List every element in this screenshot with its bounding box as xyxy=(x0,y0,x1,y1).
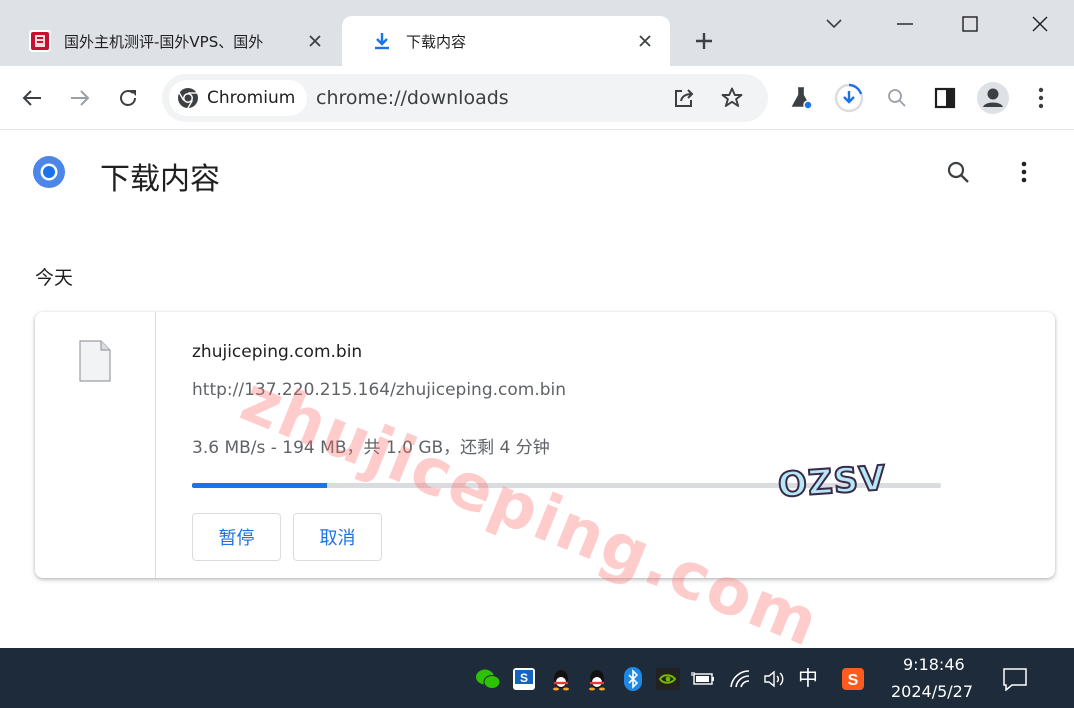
share-icon[interactable] xyxy=(670,84,698,112)
bookmark-star-icon[interactable] xyxy=(718,84,746,112)
profile-avatar-icon[interactable] xyxy=(975,80,1011,116)
battery-icon[interactable] xyxy=(691,666,717,692)
chromium-logo-icon xyxy=(33,156,65,188)
tab-title: 下载内容 xyxy=(406,32,467,51)
volume-icon[interactable] xyxy=(762,666,788,692)
page-title: 下载内容 xyxy=(100,162,220,197)
side-panel-icon[interactable] xyxy=(927,80,963,116)
cancel-button[interactable]: 取消 xyxy=(293,513,382,561)
chip-label: Chromium xyxy=(207,88,296,108)
search-downloads-icon[interactable] xyxy=(942,156,974,188)
reload-button[interactable] xyxy=(110,80,146,116)
notification-icon[interactable] xyxy=(1002,666,1028,692)
tab-zhujiceping[interactable]: 国外主机测评-国外VPS、国外 xyxy=(0,16,340,66)
back-button[interactable] xyxy=(14,80,50,116)
browser-toolbar: Chromium chrome://downloads xyxy=(0,66,1074,130)
progress-fill xyxy=(192,483,327,488)
ime-indicator[interactable]: 中 xyxy=(798,662,818,691)
close-tab-icon[interactable] xyxy=(634,30,656,52)
close-window-icon[interactable] xyxy=(1022,8,1058,40)
windows-taskbar: S 中 S 9:18:46 2024/5/27 xyxy=(0,648,1074,708)
bluetooth-icon[interactable] xyxy=(620,666,646,692)
forward-button[interactable] xyxy=(62,80,98,116)
app-s-icon[interactable]: S xyxy=(511,666,537,692)
card-divider xyxy=(155,312,156,578)
clock-date[interactable]: 2024/5/27 xyxy=(891,682,973,701)
download-icon xyxy=(370,29,394,53)
tab-search-icon[interactable] xyxy=(816,8,852,40)
wechat-icon[interactable] xyxy=(475,666,501,692)
downloads-indicator-icon[interactable] xyxy=(831,80,867,116)
site-info-chip[interactable]: Chromium xyxy=(169,80,308,116)
minimize-icon[interactable] xyxy=(887,8,923,40)
site-favicon-icon xyxy=(28,29,52,53)
new-tab-button[interactable] xyxy=(690,27,718,55)
pause-button[interactable]: 暂停 xyxy=(192,513,281,561)
svg-text:S: S xyxy=(520,671,528,685)
clock-time[interactable]: 9:18:46 xyxy=(903,655,965,674)
tab-strip: 国外主机测评-国外VPS、国外 下载内容 xyxy=(0,0,1074,66)
labs-flask-icon[interactable] xyxy=(783,80,819,116)
date-section-label: 今天 xyxy=(35,267,74,289)
chromium-icon xyxy=(178,88,198,109)
tab-title: 国外主机测评-国外VPS、国外 xyxy=(64,32,264,51)
chrome-menu-icon[interactable] xyxy=(1023,80,1059,116)
address-bar[interactable]: Chromium chrome://downloads xyxy=(162,74,768,122)
qq-icon[interactable] xyxy=(584,666,610,692)
tab-downloads[interactable]: 下载内容 xyxy=(342,16,670,66)
maximize-icon[interactable] xyxy=(952,8,988,40)
nvidia-icon[interactable] xyxy=(655,666,681,692)
close-tab-icon[interactable] xyxy=(304,30,326,52)
svg-text:S: S xyxy=(848,672,859,689)
url-text[interactable]: chrome://downloads xyxy=(316,87,509,109)
wifi-icon[interactable] xyxy=(728,666,754,692)
sogou-input-icon[interactable]: S xyxy=(840,666,866,692)
search-tab-icon[interactable] xyxy=(879,80,915,116)
watermark-logo: OZSV xyxy=(776,457,889,506)
download-filename[interactable]: zhujiceping.com.bin xyxy=(192,342,362,362)
more-actions-icon[interactable] xyxy=(1008,156,1040,188)
file-icon xyxy=(79,340,111,382)
qq-icon[interactable] xyxy=(548,666,574,692)
